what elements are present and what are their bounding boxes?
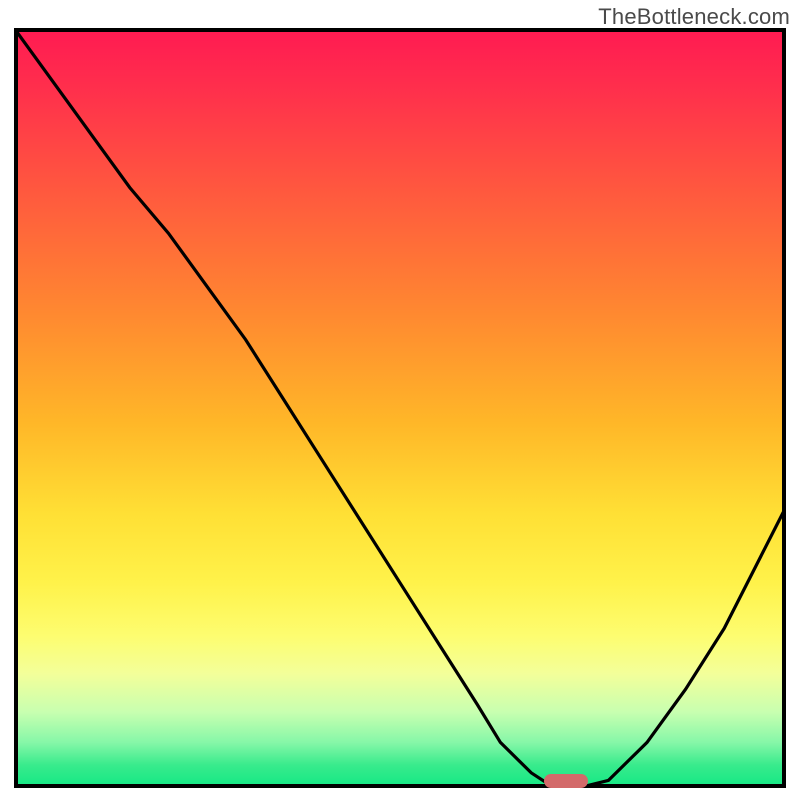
chart-container: TheBottleneck.com: [0, 0, 800, 800]
bottleneck-curve: [14, 28, 786, 788]
plot-area: [14, 28, 786, 788]
curve-path: [14, 28, 786, 788]
optimum-marker: [544, 774, 587, 788]
watermark-text: TheBottleneck.com: [598, 4, 790, 30]
